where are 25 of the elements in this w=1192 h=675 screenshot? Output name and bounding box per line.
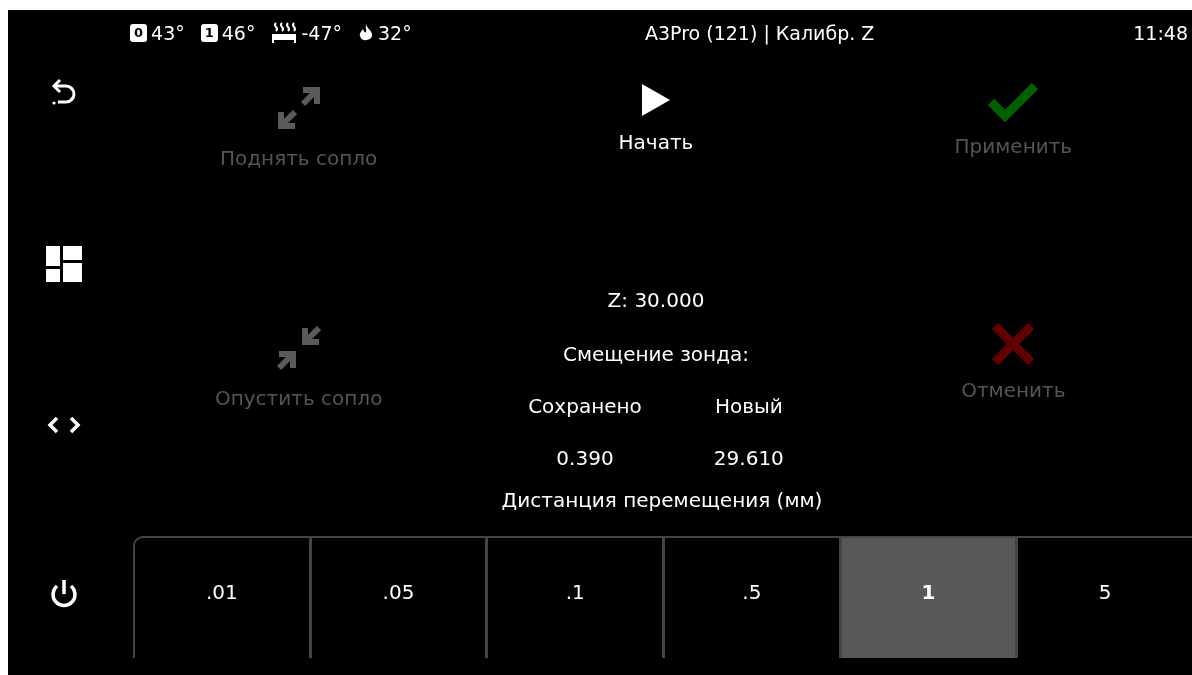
temperature-reading: 43°	[151, 22, 185, 44]
flame-icon	[358, 23, 374, 43]
extruder-badge: 0	[130, 24, 148, 42]
distance-option[interactable]: 1	[838, 538, 1016, 658]
action-button[interactable]: Начать	[610, 78, 702, 158]
offset-heading: Новый	[714, 394, 783, 418]
clock-time: 11:48	[1133, 22, 1189, 44]
heated-bed-icon	[271, 22, 298, 44]
z-position: Z: 30.000	[607, 288, 705, 312]
dashboard-icon	[46, 246, 82, 282]
offset-heading: Сохранено	[528, 394, 642, 418]
temperature-reading: 46°	[221, 22, 256, 44]
temperature-reading: 32°	[378, 22, 412, 44]
power-icon	[49, 578, 79, 610]
code-icon	[47, 416, 81, 434]
play-icon	[640, 82, 672, 118]
offset-value: 0.390	[556, 446, 614, 470]
distance-title: Дистанция перемещения (мм)	[501, 488, 823, 512]
close-icon	[991, 322, 1036, 366]
printer-title: A3Pro (121) | Калибр. Z	[645, 22, 876, 44]
checkmark-icon	[987, 82, 1040, 122]
extruder-badge: 1	[200, 24, 218, 42]
probe-offset-title: Смещение зонда:	[563, 342, 749, 366]
temperature-reading: -47°	[301, 22, 342, 44]
offset-value: 29.610	[713, 446, 784, 470]
